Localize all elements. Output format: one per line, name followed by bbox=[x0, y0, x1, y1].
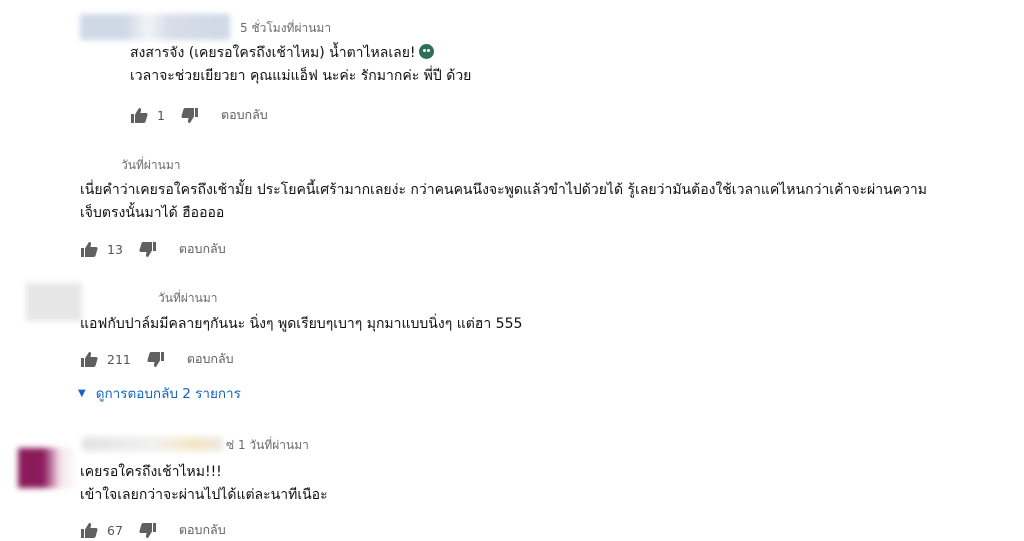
comment-line: เคยรอใครถึงเช้าไหม!!! bbox=[80, 464, 222, 480]
thumb-up-icon bbox=[131, 107, 148, 123]
reply-button[interactable]: ตอบกลับ bbox=[179, 239, 226, 259]
like-button[interactable]: 1 bbox=[130, 107, 165, 124]
like-count: 13 bbox=[107, 241, 123, 257]
avatar-blurred[interactable] bbox=[18, 448, 74, 488]
comment-line: เวลาจะช่วยเยียวยา คุณแม่แอ็ฟ นะค่ะ รักมา… bbox=[130, 68, 472, 84]
comment-line: สงสารจัง (เคยรอใครถึงเช้าไหม) น้ำตาไหลเล… bbox=[130, 45, 416, 61]
comment-timestamp[interactable]: วันที่ผ่านมา bbox=[158, 289, 217, 308]
like-count: 211 bbox=[107, 351, 131, 367]
thumb-up-icon bbox=[81, 241, 98, 257]
dislike-button[interactable] bbox=[147, 351, 165, 368]
comment-timestamp[interactable]: ซ่ 1 วันที่ผ่านมา bbox=[226, 436, 309, 455]
thumb-down-icon bbox=[181, 107, 198, 123]
username-blurred[interactable] bbox=[80, 14, 230, 40]
comment-text: เนี่ยคำว่าเคยรอใครถึงเช้ามั้ย ประโยคนี้เ… bbox=[80, 179, 927, 225]
dislike-button[interactable] bbox=[139, 241, 157, 258]
comment-line: แอฟกับปาล์มมีคลายๆกันนะ นิ่งๆ พูดเรียบๆเ… bbox=[80, 316, 523, 332]
reply-button[interactable]: ตอบกลับ bbox=[179, 520, 226, 540]
comment-actions: 67 ตอบกลับ bbox=[80, 520, 226, 540]
comment-text: แอฟกับปาล์มมีคลายๆกันนะ นิ่งๆ พูดเรียบๆเ… bbox=[80, 313, 522, 336]
thumb-up-icon bbox=[81, 522, 98, 538]
comment-text: สงสารจัง (เคยรอใครถึงเช้าไหม) น้ำตาไหลเล… bbox=[130, 42, 471, 88]
comment-actions: 211 ตอบกลับ bbox=[80, 349, 234, 369]
thumb-down-icon bbox=[139, 522, 156, 538]
caret-down-icon: ▼ bbox=[78, 387, 86, 399]
thumb-up-icon bbox=[81, 351, 98, 367]
avatar-blurred[interactable] bbox=[26, 283, 82, 321]
comment-timestamp[interactable]: 5 ชั่วโมงที่ผ่านมา bbox=[240, 19, 331, 38]
comment-actions: 1 ตอบกลับ bbox=[130, 105, 268, 125]
crying-face-emoji bbox=[418, 44, 434, 59]
view-replies-label: ดูการตอบกลับ 2 รายการ bbox=[95, 386, 241, 402]
comment-actions: 13 ตอบกลับ bbox=[80, 239, 226, 259]
like-button[interactable]: 67 bbox=[80, 522, 123, 539]
like-button[interactable]: 13 bbox=[80, 241, 123, 258]
comment-line: เจ็บตรงนั้นมาได้ ฮืออออ bbox=[80, 205, 225, 221]
like-count: 67 bbox=[107, 522, 123, 538]
like-button[interactable]: 211 bbox=[80, 351, 131, 368]
dislike-button[interactable] bbox=[139, 522, 157, 539]
thumb-down-icon bbox=[147, 351, 164, 367]
comment-text: เคยรอใครถึงเช้าไหม!!! เข้าใจเลยกว่าจะผ่า… bbox=[80, 461, 328, 507]
like-count: 1 bbox=[157, 107, 165, 123]
comment-line: เข้าใจเลยกว่าจะผ่านไปได้แต่ละนาทีเนือะ bbox=[80, 487, 328, 503]
thumb-down-icon bbox=[139, 241, 156, 257]
reply-button[interactable]: ตอบกลับ bbox=[221, 105, 268, 125]
username-blurred[interactable] bbox=[82, 437, 222, 451]
comment-line: เนี่ยคำว่าเคยรอใครถึงเช้ามั้ย ประโยคนี้เ… bbox=[80, 182, 927, 198]
dislike-button[interactable] bbox=[181, 107, 199, 124]
view-replies-button[interactable]: ▼ ดูการตอบกลับ 2 รายการ bbox=[78, 383, 241, 403]
reply-button[interactable]: ตอบกลับ bbox=[187, 349, 234, 369]
comment-timestamp[interactable]: วันที่ผ่านมา bbox=[121, 156, 180, 175]
